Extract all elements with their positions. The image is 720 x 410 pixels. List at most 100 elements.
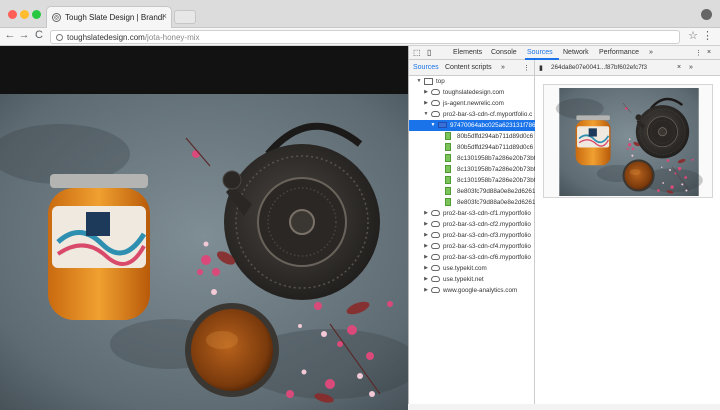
cloud-icon xyxy=(431,265,440,271)
tree-file-item[interactable]: 80b5dffd294ab711d89d0c6 xyxy=(409,142,535,153)
favicon-icon: ◎ xyxy=(52,13,61,22)
tree-item-label: js-agent.newrelic.com xyxy=(443,100,504,107)
page-viewport xyxy=(0,46,408,410)
tree-item[interactable]: ▶ pro2-bar-s3-cdn-cf1.myportfolio xyxy=(409,208,535,219)
cloud-icon xyxy=(431,243,440,249)
tab-console[interactable]: Console xyxy=(491,49,517,56)
tree-item-label: 8e803fc79d88a0e8e2d6261 xyxy=(457,199,535,206)
navigator-menu-icon[interactable]: ⋮ xyxy=(523,64,530,72)
tab-elements[interactable]: Elements xyxy=(453,49,482,56)
zoom-window-button[interactable] xyxy=(32,10,41,19)
file-icon xyxy=(445,165,451,173)
preview-thumbnail xyxy=(555,88,703,196)
tree-item-label: 8c1301958b7a286e20b73bf xyxy=(457,177,535,184)
bookmark-star-icon[interactable]: ☆ xyxy=(688,29,698,42)
tree-item[interactable]: ▼ 97470064abc025a623131f786 xyxy=(409,120,535,131)
collapsed-arrow-icon[interactable]: ▶ xyxy=(422,98,430,109)
tree-item[interactable]: ▶ pro2-bar-s3-cdn-cf2.myportfolio xyxy=(409,219,535,230)
url-domain: toughslatedesign.com xyxy=(67,33,145,42)
back-icon[interactable]: ← xyxy=(4,29,16,41)
profile-avatar-icon[interactable] xyxy=(701,9,712,20)
tree-item-label: pro2-bar-s3-cdn-cf1.myportfolio xyxy=(443,210,531,217)
cloud-icon xyxy=(431,221,440,227)
tree-item[interactable]: ▶ use.typekit.net xyxy=(409,274,535,285)
collapsed-arrow-icon[interactable]: ▶ xyxy=(422,285,430,296)
address-bar[interactable]: toughslatedesign.com/jota-honey-mix xyxy=(50,30,680,44)
tree-file-item[interactable]: 8c1301958b7a286e20b73bf xyxy=(409,164,535,175)
collapsed-arrow-icon[interactable]: ▶ xyxy=(422,252,430,263)
collapsed-arrow-icon[interactable]: ▶ xyxy=(422,274,430,285)
new-tab-button[interactable] xyxy=(174,10,196,24)
tree-file-item[interactable]: 8c1301958b7a286e20b73bf xyxy=(409,153,535,164)
tree-item[interactable]: ▶ pro2-bar-s3-cdn-cf4.myportfolio xyxy=(409,241,535,252)
tree-item-label: pro2-bar-s3-cdn-cf6.myportfolio xyxy=(443,254,531,261)
tab-performance[interactable]: Performance xyxy=(599,49,639,56)
tree-item[interactable]: ▶ js-agent.newrelic.com xyxy=(409,98,535,109)
file-icon xyxy=(445,143,451,151)
tree-item-label: pro2-bar-s3-cdn-cf.myportfolio.c xyxy=(443,111,533,118)
tree-item[interactable]: ▶ www.google-analytics.com xyxy=(409,285,535,296)
collapsed-arrow-icon[interactable]: ▶ xyxy=(422,263,430,274)
expanded-arrow-icon[interactable]: ▼ xyxy=(422,109,430,120)
devtools-panel: ⬚ ▯ Elements Console Sources Network Per… xyxy=(408,46,720,404)
tree-item[interactable]: ▶ use.typekit.com xyxy=(409,263,535,274)
minimize-window-button[interactable] xyxy=(20,10,29,19)
editor-tabbar: ▮ 264da8e07e0041...f87bf602efc7f3 × » xyxy=(535,60,720,76)
file-icon xyxy=(445,187,451,195)
tab-network[interactable]: Network xyxy=(563,49,589,56)
file-icon xyxy=(445,154,451,162)
tree-item-label: use.typekit.net xyxy=(443,276,484,283)
tree-item-label: 97470064abc025a623131f786 xyxy=(450,122,535,129)
editor-more-icon[interactable]: » xyxy=(689,64,693,71)
browser-toolbar: ← → C toughslatedesign.com/jota-honey-mi… xyxy=(0,28,720,46)
cloud-icon xyxy=(431,111,440,117)
editor-tab-close-icon[interactable]: × xyxy=(677,64,681,71)
cloud-icon xyxy=(431,287,440,293)
more-tabs-icon[interactable]: » xyxy=(649,49,653,56)
cloud-icon xyxy=(431,232,440,238)
tree-item[interactable]: ▼ top xyxy=(409,76,535,87)
file-icon xyxy=(445,176,451,184)
tab-sources[interactable]: Sources xyxy=(527,49,553,56)
editor-area: ▮ 264da8e07e0041...f87bf602efc7f3 × » xyxy=(535,60,720,404)
navigator-tab-sources[interactable]: Sources xyxy=(413,64,439,71)
collapsed-arrow-icon[interactable]: ▶ xyxy=(422,219,430,230)
devtools-close-icon[interactable]: × xyxy=(707,49,711,56)
navigator-more-icon[interactable]: » xyxy=(501,64,505,71)
tree-item[interactable]: ▶ toughslatedesign.com xyxy=(409,87,535,98)
tree-item-label: 80b5dffd294ab711d89d0c6 xyxy=(457,144,534,151)
tree-file-item[interactable]: 8e803fc79d88a0e8e2d6261 xyxy=(409,197,535,208)
collapsed-arrow-icon[interactable]: ▶ xyxy=(422,208,430,219)
cloud-icon xyxy=(431,89,440,95)
tree-file-item[interactable]: 8e803fc79d88a0e8e2d6261 xyxy=(409,186,535,197)
devtools-menu-icon[interactable]: ⋮ xyxy=(695,49,702,57)
cloud-icon xyxy=(431,276,440,282)
browser-tab[interactable]: ◎ Tough Slate Design | Brandi × xyxy=(46,6,172,28)
url-path: /jota-honey-mix xyxy=(144,33,200,42)
device-toolbar-icon[interactable]: ▯ xyxy=(427,48,431,57)
collapsed-arrow-icon[interactable]: ▶ xyxy=(422,230,430,241)
tree-item-label: toughslatedesign.com xyxy=(443,89,505,96)
forward-icon[interactable]: → xyxy=(18,29,30,41)
tree-item[interactable]: ▶ pro2-bar-s3-cdn-cf6.myportfolio xyxy=(409,252,535,263)
file-icon xyxy=(445,198,451,206)
editor-file-tab[interactable]: 264da8e07e0041...f87bf602efc7f3 xyxy=(551,64,647,71)
info-icon[interactable] xyxy=(56,34,63,41)
expanded-arrow-icon[interactable]: ▼ xyxy=(415,76,423,87)
tree-file-item[interactable]: 80b5dffd294ab711d89d0c6 xyxy=(409,131,535,142)
tab-close-icon[interactable]: × xyxy=(162,11,167,21)
close-window-button[interactable] xyxy=(8,10,17,19)
tree-item[interactable]: ▼ pro2-bar-s3-cdn-cf.myportfolio.c xyxy=(409,109,535,120)
reload-icon[interactable]: C xyxy=(33,29,45,41)
browser-menu-icon[interactable]: ⋮ xyxy=(702,29,713,42)
tree-item-label: pro2-bar-s3-cdn-cf2.myportfolio xyxy=(443,221,531,228)
navigator-tab-content-scripts[interactable]: Content scripts xyxy=(445,64,492,71)
toggle-navigator-icon[interactable]: ▮ xyxy=(539,64,543,72)
tree-file-item[interactable]: 8c1301958b7a286e20b73bf xyxy=(409,175,535,186)
collapsed-arrow-icon[interactable]: ▶ xyxy=(422,241,430,252)
inspect-element-icon[interactable]: ⬚ xyxy=(413,48,421,57)
tab-title: Tough Slate Design | Brandi xyxy=(65,13,165,22)
tree-item[interactable]: ▶ pro2-bar-s3-cdn-cf3.myportfolio xyxy=(409,230,535,241)
expanded-arrow-icon[interactable]: ▼ xyxy=(429,120,437,131)
collapsed-arrow-icon[interactable]: ▶ xyxy=(422,87,430,98)
